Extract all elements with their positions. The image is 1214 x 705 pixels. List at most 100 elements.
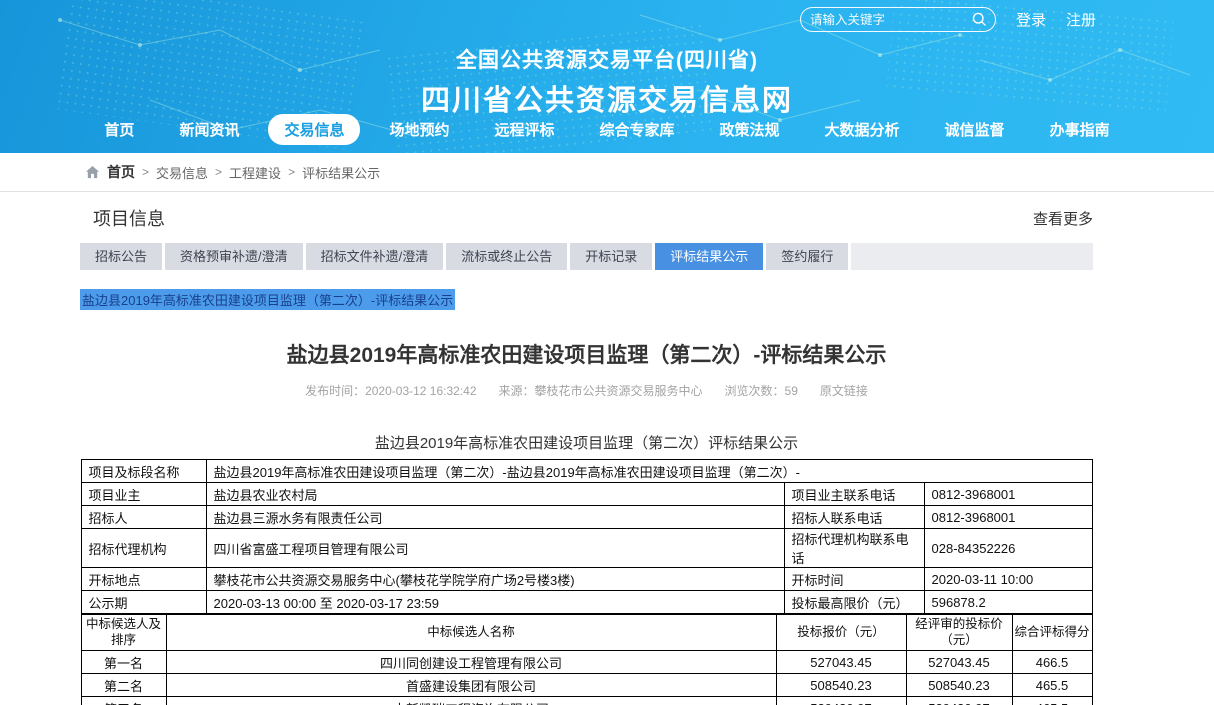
col-rank: 中标候选人及排序: [81, 615, 166, 651]
info-label: 投标最高限价（元）: [784, 591, 924, 614]
selected-result-link[interactable]: 盐边县2019年高标准农田建设项目监理（第二次）-评标结果公示: [80, 289, 455, 310]
info-label: 招标人: [81, 506, 206, 529]
result-list: 盐边县2019年高标准农田建设项目监理（第二次）-评标结果公示: [80, 289, 1093, 310]
nav-item-big-data[interactable]: 大数据分析: [809, 114, 916, 145]
publish-time: 发布时间：2020-03-12 16:32:42: [305, 382, 476, 399]
bid-price: 529430.97: [776, 697, 906, 705]
site-title: 四川省公共资源交易信息网: [0, 77, 1214, 119]
rank: 第二名: [81, 674, 166, 697]
section-head: 项目信息 查看更多: [80, 205, 1093, 231]
candidates-table: 中标候选人及排序 中标候选人名称 投标报价（元） 经评审的投标价（元） 综合评标…: [81, 614, 1093, 705]
nav-item-guide[interactable]: 办事指南: [1034, 114, 1126, 145]
score: 466.5: [1012, 651, 1092, 674]
info-value: 盐边县农业农村局: [206, 483, 784, 506]
table-row: 公示期 2020-03-13 00:00 至 2020-03-17 23:59 …: [81, 591, 1092, 614]
rank: 第一名: [81, 651, 166, 674]
info-label: 项目业主联系电话: [784, 483, 924, 506]
rank: 第三名: [81, 697, 166, 705]
nav-item-news[interactable]: 新闻资讯: [163, 114, 255, 145]
candidate-name: 四川同创建设工程管理有限公司: [166, 651, 776, 674]
info-label: 开标地点: [81, 568, 206, 591]
table-row: 项目业主 盐边县农业农村局 项目业主联系电话 0812-3968001: [81, 483, 1092, 506]
info-value: 攀枝花市公共资源交易服务中心(攀枝花学院学府广场2号楼3楼): [206, 568, 784, 591]
info-value: 028-84352226: [924, 529, 1092, 568]
nav-item-remote-evaluation[interactable]: 远程评标: [478, 114, 570, 145]
score: 465.5: [1012, 697, 1092, 705]
content-container: 项目信息 查看更多 招标公告 资格预审补遗/澄清 招标文件补遗/澄清 流标或终止…: [80, 205, 1093, 705]
info-label: 公示期: [81, 591, 206, 614]
tab-contract-performance[interactable]: 签约履行: [766, 243, 848, 270]
main-nav: 首页 新闻资讯 交易信息 场地预约 远程评标 综合专家库 政策法规 大数据分析 …: [0, 114, 1214, 145]
nav-item-home[interactable]: 首页: [88, 114, 150, 145]
info-label: 招标人联系电话: [784, 506, 924, 529]
breadcrumb-evaluation-result[interactable]: 评标结果公示: [302, 163, 380, 182]
info-value: 盐边县三源水务有限责任公司: [206, 506, 784, 529]
nav-item-expert-pool[interactable]: 综合专家库: [584, 114, 691, 145]
home-icon[interactable]: [85, 165, 100, 180]
site-subtitle: 全国公共资源交易平台(四川省): [0, 44, 1214, 74]
view-count: 浏览次数：59: [725, 382, 798, 399]
breadcrumb: 首页 > 交易信息 > 工程建设 > 评标结果公示: [0, 153, 1214, 192]
bid-price: 508540.23: [776, 674, 906, 697]
info-value: 596878.2: [924, 591, 1092, 614]
view-more-link[interactable]: 查看更多: [1033, 208, 1093, 229]
evaluated-price: 508540.23: [906, 674, 1012, 697]
tab-bid-announcement[interactable]: 招标公告: [80, 243, 162, 270]
table-row: 第一名 四川同创建设工程管理有限公司 527043.45 527043.45 4…: [81, 651, 1092, 674]
table-row: 第三名 中新凯瑞工程咨询有限公司 529430.97 529430.97 465…: [81, 697, 1092, 705]
score: 465.5: [1012, 674, 1092, 697]
breadcrumb-home[interactable]: 首页: [107, 162, 135, 182]
table-row: 第二名 首盛建设集团有限公司 508540.23 508540.23 465.5: [81, 674, 1092, 697]
tab-failed-terminated[interactable]: 流标或终止公告: [446, 243, 567, 270]
col-score: 综合评标得分: [1012, 615, 1092, 651]
info-value: 2020-03-11 10:00: [924, 568, 1092, 591]
nav-item-venue-booking[interactable]: 场地预约: [373, 114, 465, 145]
search-box[interactable]: [800, 7, 996, 32]
result-table-title: 盐边县2019年高标准农田建设项目监理（第二次）评标结果公示: [80, 432, 1093, 453]
tab-evaluation-result[interactable]: 评标结果公示: [655, 243, 763, 270]
topbar: 登录 注册: [800, 7, 1096, 32]
tab-filler: [851, 243, 1093, 270]
table-row: 项目及标段名称 盐边县2019年高标准农田建设项目监理（第二次）-盐边县2019…: [81, 460, 1092, 483]
bid-price: 527043.45: [776, 651, 906, 674]
table-row: 招标代理机构 四川省富盛工程项目管理有限公司 招标代理机构联系电话 028-84…: [81, 529, 1092, 568]
info-value: 0812-3968001: [924, 483, 1092, 506]
tab-prequalification-addendum[interactable]: 资格预审补遗/澄清: [165, 243, 303, 270]
info-label: 项目业主: [81, 483, 206, 506]
search-input[interactable]: [810, 13, 971, 27]
table-header-row: 中标候选人及排序 中标候选人名称 投标报价（元） 经评审的投标价（元） 综合评标…: [81, 615, 1092, 651]
site-header: 登录 注册 全国公共资源交易平台(四川省) 四川省公共资源交易信息网 首页 新闻…: [0, 0, 1214, 153]
breadcrumb-separator: >: [142, 165, 149, 179]
section-title: 项目信息: [80, 205, 165, 231]
article-title: 盐边县2019年高标准农田建设项目监理（第二次）-评标结果公示: [80, 339, 1093, 369]
breadcrumb-engineering[interactable]: 工程建设: [229, 163, 281, 182]
nav-item-trade-info[interactable]: 交易信息: [268, 114, 360, 145]
info-label: 项目及标段名称: [81, 460, 206, 483]
col-evaluated-price: 经评审的投标价（元）: [906, 615, 1012, 651]
project-tabs: 招标公告 资格预审补遗/澄清 招标文件补遗/澄清 流标或终止公告 开标记录 评标…: [80, 243, 1093, 270]
original-link[interactable]: 原文链接: [820, 382, 868, 399]
candidate-name: 首盛建设集团有限公司: [166, 674, 776, 697]
table-row: 招标人 盐边县三源水务有限责任公司 招标人联系电话 0812-3968001: [81, 506, 1092, 529]
info-value: 盐边县2019年高标准农田建设项目监理（第二次）-盐边县2019年高标准农田建设…: [206, 460, 1092, 483]
info-label: 招标代理机构联系电话: [784, 529, 924, 568]
login-link[interactable]: 登录: [1016, 9, 1046, 30]
breadcrumb-trade-info[interactable]: 交易信息: [156, 163, 208, 182]
tab-bid-opening-record[interactable]: 开标记录: [570, 243, 652, 270]
table-row: 开标地点 攀枝花市公共资源交易服务中心(攀枝花学院学府广场2号楼3楼) 开标时间…: [81, 568, 1092, 591]
tab-bid-doc-addendum[interactable]: 招标文件补遗/澄清: [306, 243, 444, 270]
search-icon[interactable]: [971, 11, 988, 28]
candidate-name: 中新凯瑞工程咨询有限公司: [166, 697, 776, 705]
evaluated-price: 529430.97: [906, 697, 1012, 705]
col-candidate-name: 中标候选人名称: [166, 615, 776, 651]
project-info-table: 项目及标段名称 盐边县2019年高标准农田建设项目监理（第二次）-盐边县2019…: [81, 459, 1093, 614]
register-link[interactable]: 注册: [1066, 9, 1096, 30]
nav-item-policies[interactable]: 政策法规: [704, 114, 796, 145]
info-value: 四川省富盛工程项目管理有限公司: [206, 529, 784, 568]
info-value: 2020-03-13 00:00 至 2020-03-17 23:59: [206, 591, 784, 614]
info-value: 0812-3968001: [924, 506, 1092, 529]
breadcrumb-separator: >: [288, 165, 295, 179]
col-bid-price: 投标报价（元）: [776, 615, 906, 651]
nav-item-integrity[interactable]: 诚信监督: [929, 114, 1021, 145]
info-label: 开标时间: [784, 568, 924, 591]
